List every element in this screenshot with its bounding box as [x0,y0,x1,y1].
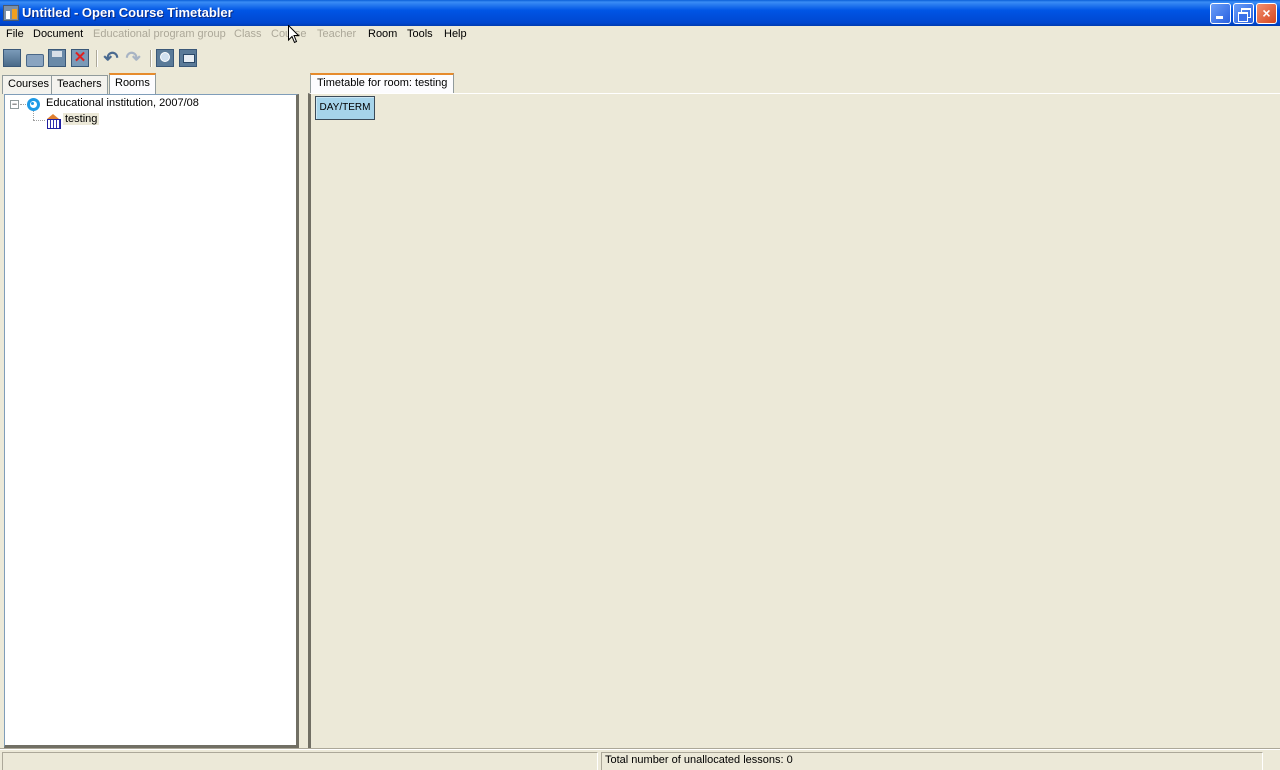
status-pane-left [2,752,598,770]
menu-bar: File Document Educational program group … [0,26,1280,45]
menu-room[interactable]: Room [368,28,397,40]
restore-button[interactable] [1233,3,1254,24]
find-magnifier-icon[interactable] [156,49,174,67]
tree-item-institution[interactable]: − Educational institution, 2007/08 [5,96,295,112]
tab-room-timetable[interactable]: Timetable for room: testing [310,73,455,94]
new-document-icon[interactable] [3,49,21,67]
tab-rooms[interactable]: Rooms [109,73,156,94]
undo-arrow-icon[interactable]: ↶ [102,49,120,67]
menu-educational-program-group[interactable]: Educational program group [93,28,226,40]
minimize-button[interactable] [1210,3,1231,24]
open-folder-icon[interactable] [25,49,44,67]
institution-icon [27,98,40,111]
menu-teacher[interactable]: Teacher [317,28,356,40]
menu-document[interactable]: Document [33,28,83,40]
title-bar[interactable]: Untitled - Open Course Timetabler × [0,0,1280,26]
menu-tools[interactable]: Tools [407,28,433,40]
app-icon[interactable] [3,5,19,21]
save-disk-icon[interactable] [48,49,66,67]
day-term-header-cell[interactable]: DAY/TERM [315,96,375,120]
close-window-button[interactable]: × [1256,3,1277,24]
toolbar: ✕ ↶ ↷ [0,45,1280,71]
tree-label-room: testing [63,113,100,125]
mouse-cursor-icon [288,25,300,44]
tree-item-room[interactable]: testing [5,112,295,129]
menu-file[interactable]: File [6,28,24,40]
status-unallocated-lessons: Total number of unallocated lessons: 0 [601,752,1263,770]
tab-courses[interactable]: Courses [2,75,55,94]
collapse-icon[interactable]: − [10,100,19,109]
toolbar-separator [150,50,152,67]
panel-splitter[interactable] [300,73,308,748]
menu-help[interactable]: Help [444,28,467,40]
toolbar-separator [96,50,98,67]
tree-connector [33,120,45,121]
window-title: Untitled - Open Course Timetabler [22,5,233,20]
view-monitor-icon[interactable] [179,49,197,67]
close-document-icon[interactable]: ✕ [71,49,89,67]
tree-label-institution: Educational institution, 2007/08 [46,97,199,109]
close-icon: × [1262,5,1271,21]
redo-arrow-icon[interactable]: ↷ [124,49,142,67]
status-bar: Total number of unallocated lessons: 0 [0,751,1280,770]
minimize-icon [1211,4,1230,23]
menu-class[interactable]: Class [234,28,262,40]
restore-icon [1234,4,1253,23]
room-building-icon [46,114,61,129]
timetable-grid: DAY/TERM [308,93,1280,748]
bottom-divider [0,748,1280,750]
rooms-tree[interactable]: − Educational institution, 2007/08 testi… [4,94,299,748]
tab-teachers[interactable]: Teachers [51,75,108,94]
